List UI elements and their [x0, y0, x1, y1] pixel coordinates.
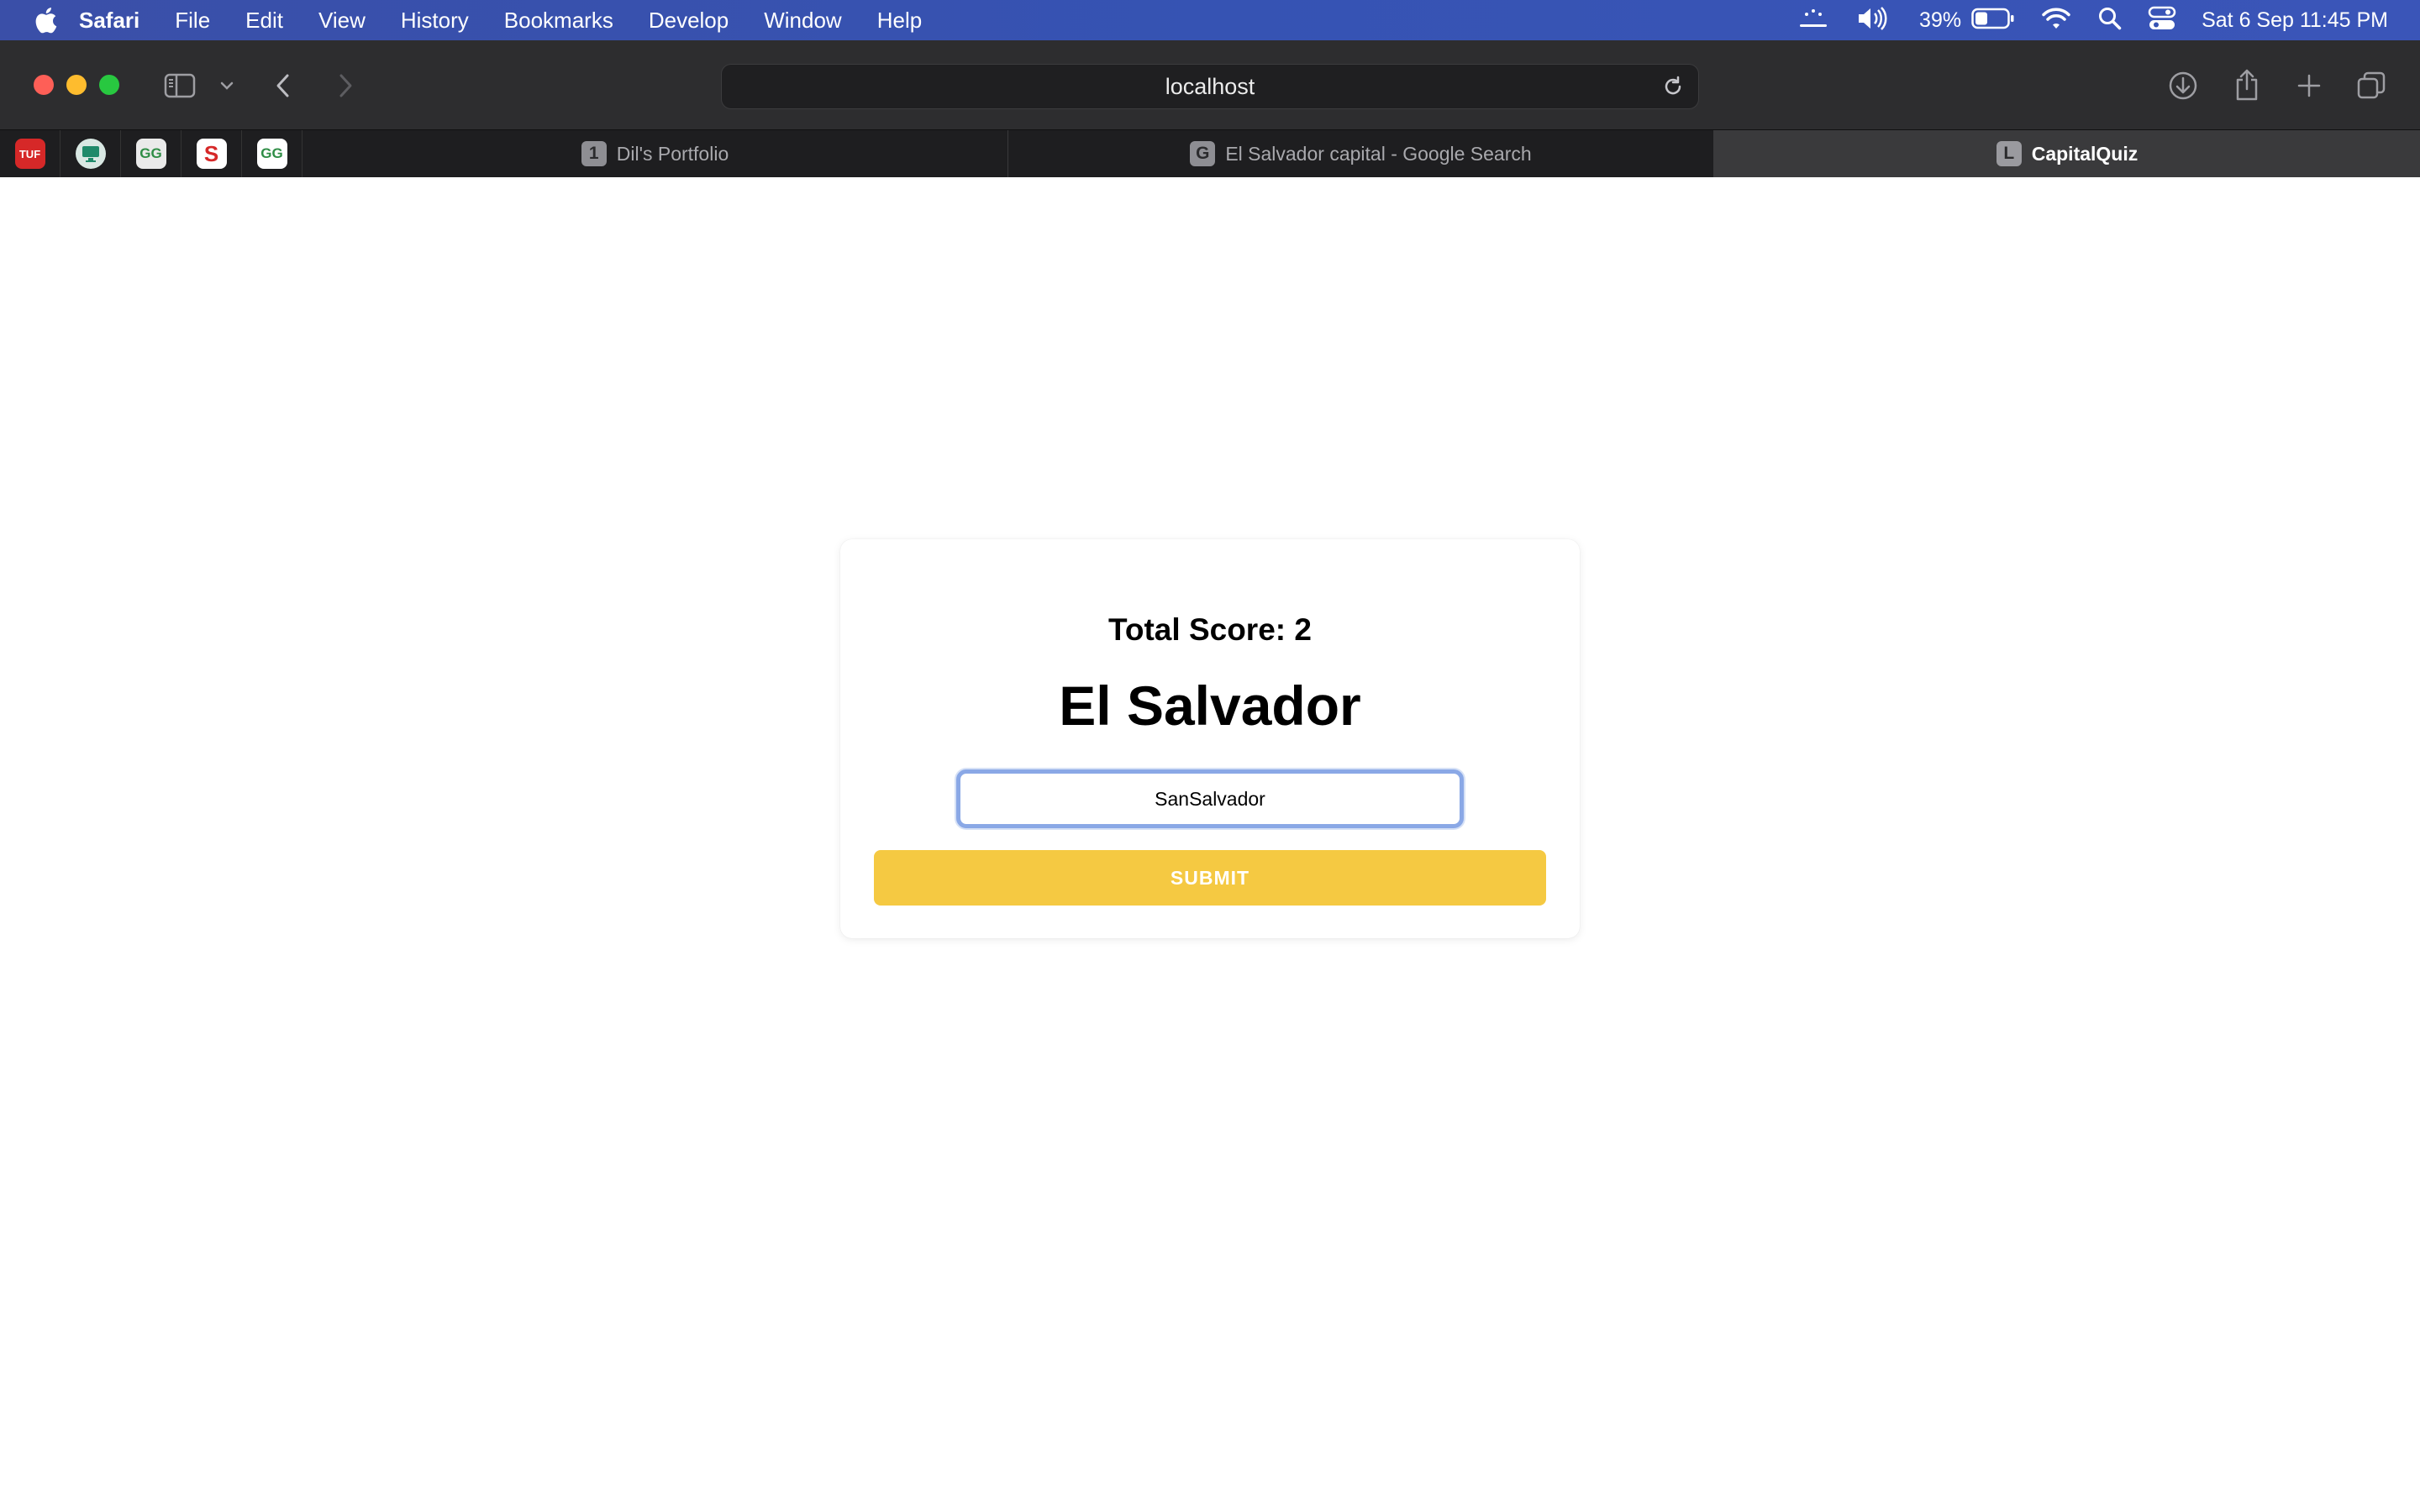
menu-history[interactable]: History — [401, 8, 469, 34]
close-window-button[interactable] — [34, 75, 54, 95]
volume-icon[interactable] — [1855, 6, 1889, 35]
menu-bar: Safari File Edit View History Bookmarks … — [0, 0, 2420, 40]
tab-dils-portfolio[interactable]: 1 Dil's Portfolio — [302, 130, 1008, 177]
battery-icon[interactable] — [1971, 8, 2015, 34]
web-page: Total Score: 2 El Salvador SUBMIT — [0, 177, 2420, 1512]
tab-title: CapitalQuiz — [2031, 142, 2139, 165]
menu-help[interactable]: Help — [877, 8, 922, 34]
menu-bookmarks[interactable]: Bookmarks — [504, 8, 613, 34]
control-center-icon[interactable] — [2148, 6, 2176, 35]
display-icon[interactable] — [1797, 6, 1830, 35]
total-score: Total Score: 2 — [1108, 612, 1312, 647]
monitor-icon — [75, 139, 106, 169]
battery-percent: 39% — [1919, 8, 1962, 32]
tab-overview-icon[interactable] — [2354, 69, 2388, 102]
quiz-card: Total Score: 2 El Salvador SUBMIT — [840, 539, 1580, 938]
sidebar-toggle-icon[interactable] — [163, 71, 197, 101]
pinned-tab-tuf[interactable]: TUF — [0, 130, 60, 177]
new-tab-icon[interactable] — [2292, 69, 2326, 102]
tab-title: El Salvador capital - Google Search — [1225, 142, 1532, 165]
tab-favicon: G — [1190, 141, 1216, 166]
pinned-tab-geeksforgeeks-2[interactable]: GG — [242, 130, 302, 177]
menu-develop[interactable]: Develop — [649, 8, 729, 34]
s-icon: S — [196, 139, 227, 169]
menu-window[interactable]: Window — [764, 8, 841, 34]
pinned-tab-geeksforgeeks-1[interactable]: GG — [121, 130, 182, 177]
address-bar[interactable]: localhost — [721, 64, 1699, 109]
pinned-tab-monitor[interactable] — [60, 130, 121, 177]
wifi-icon[interactable] — [2040, 6, 2072, 35]
zoom-window-button[interactable] — [99, 75, 119, 95]
tab-favicon: 1 — [581, 141, 607, 166]
tab-favicon: L — [1996, 141, 2022, 166]
pinned-tab-s[interactable]: S — [182, 130, 242, 177]
tab-title: Dil's Portfolio — [616, 142, 729, 165]
spotlight-search-icon[interactable] — [2097, 6, 2123, 35]
menubar-clock[interactable]: Sat 6 Sep 11:45 PM — [2202, 8, 2388, 33]
geeksforgeeks-icon: GG — [135, 139, 166, 169]
submit-button[interactable]: SUBMIT — [874, 850, 1546, 906]
menu-safari[interactable]: Safari — [79, 8, 139, 34]
tuf-icon: TUF — [14, 139, 45, 169]
reload-icon[interactable] — [1661, 75, 1685, 102]
downloads-icon[interactable] — [2166, 69, 2200, 102]
tab-google-search[interactable]: G El Salvador capital - Google Search — [1008, 130, 1714, 177]
chevron-down-icon[interactable] — [217, 76, 237, 96]
apple-icon[interactable] — [34, 5, 59, 35]
menu-file[interactable]: File — [175, 8, 210, 34]
forward-button[interactable] — [333, 69, 358, 102]
geeksforgeeks-icon: GG — [256, 139, 287, 169]
share-icon[interactable] — [2230, 67, 2264, 102]
menu-edit[interactable]: Edit — [245, 8, 283, 34]
back-button[interactable] — [271, 69, 296, 102]
minimize-window-button[interactable] — [66, 75, 87, 95]
menu-view[interactable]: View — [318, 8, 366, 34]
address-url[interactable]: localhost — [1165, 74, 1255, 100]
country-name: El Salvador — [1059, 675, 1361, 737]
capital-answer-input[interactable] — [956, 769, 1464, 828]
tab-capitalquiz[interactable]: L CapitalQuiz — [1714, 130, 2420, 177]
tab-bar: TUF GG S GG 1 Dil's Portfolio G El Salva… — [0, 129, 2420, 177]
